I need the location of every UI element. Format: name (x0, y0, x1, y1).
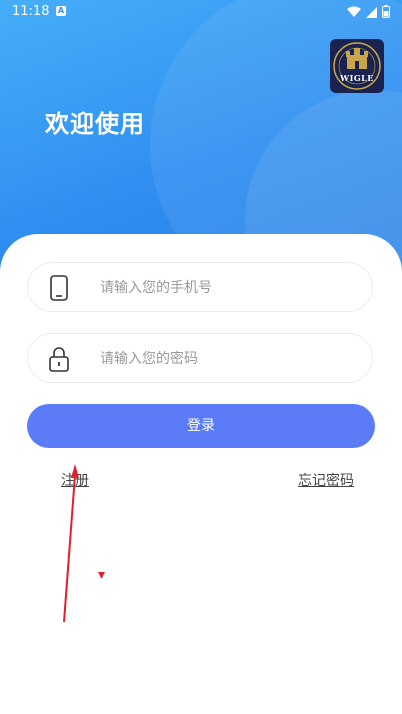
logo-wordmark: WIGLE (340, 73, 374, 83)
phone-icon (50, 275, 68, 301)
wifi-icon (347, 6, 361, 17)
castle-emblem-icon (333, 42, 381, 90)
battery-icon (382, 5, 390, 18)
app-logo: WIGLE (330, 39, 384, 93)
forgot-password-link[interactable]: 忘记密码 (298, 470, 354, 490)
signal-icon (366, 6, 377, 18)
password-input[interactable] (98, 334, 352, 384)
status-icons (347, 5, 390, 18)
login-button[interactable]: 登录 (27, 404, 375, 448)
status-bar: 11:18 A (0, 0, 402, 24)
password-field[interactable] (27, 333, 373, 384)
phone-field[interactable] (27, 262, 373, 313)
phone-input[interactable] (98, 263, 352, 313)
register-link[interactable]: 注册 (61, 470, 89, 490)
notification-a-icon: A (56, 6, 66, 16)
status-time: 11:18 (12, 4, 50, 19)
lock-icon (49, 347, 69, 372)
page-title: 欢迎使用 (45, 110, 145, 138)
